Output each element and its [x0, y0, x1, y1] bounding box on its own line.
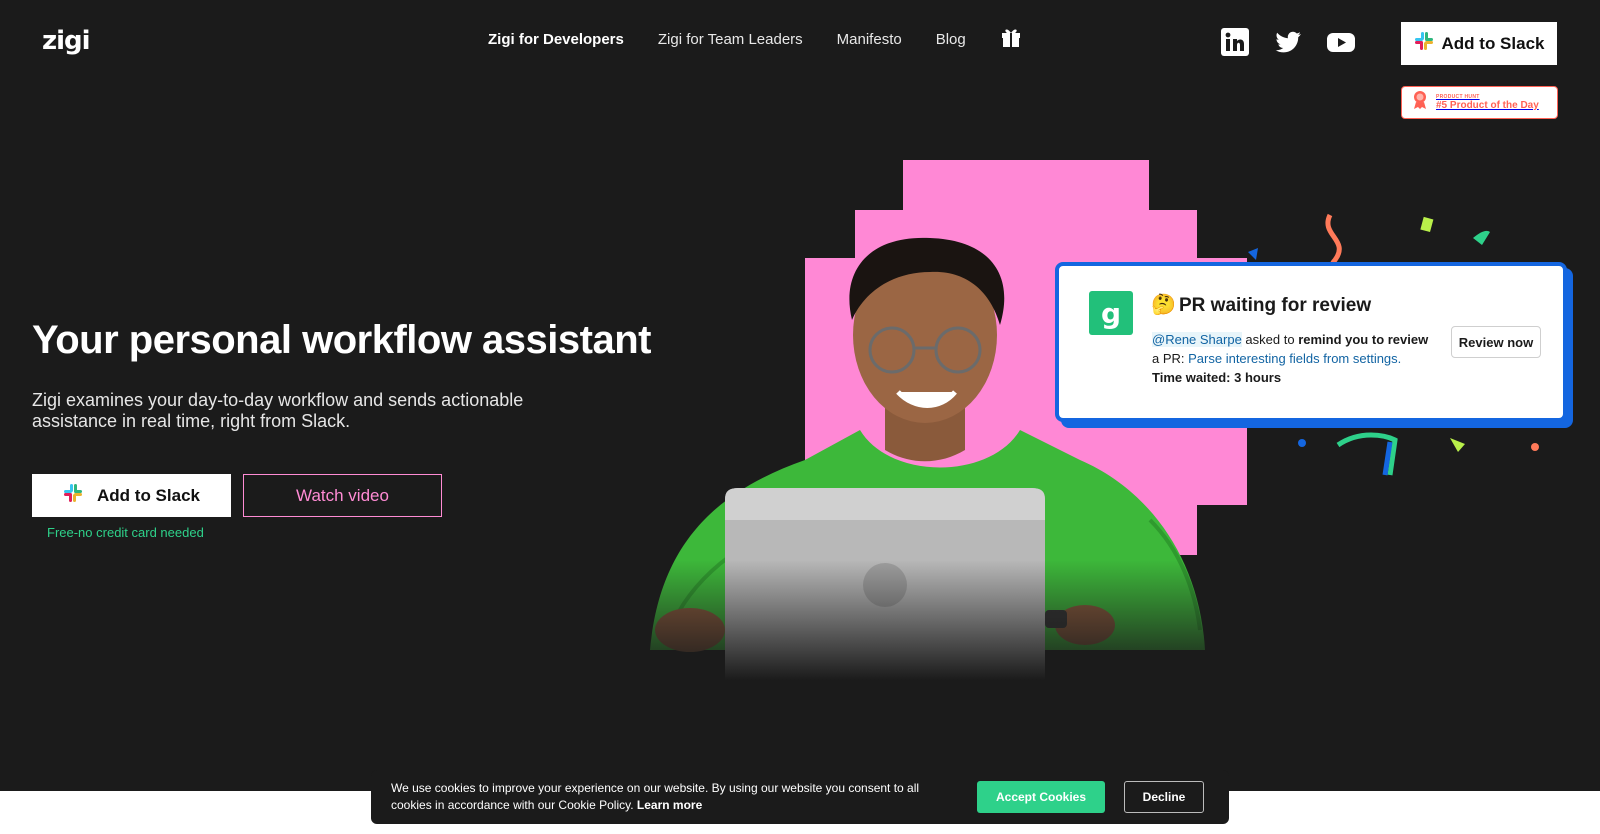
- card-title: PR waiting for review: [1179, 295, 1372, 316]
- main-nav: Zigi for Developers Zigi for Team Leader…: [488, 29, 1022, 48]
- pr-link[interactable]: Parse interesting fields from settings.: [1188, 351, 1401, 366]
- twitter-icon[interactable]: [1274, 28, 1302, 56]
- decline-cookies-button[interactable]: Decline: [1124, 781, 1204, 813]
- watch-video-button[interactable]: Watch video: [243, 474, 442, 517]
- free-note: Free-no credit card needed: [47, 525, 204, 540]
- zigi-logo[interactable]: zigi: [42, 26, 91, 56]
- pr-prefix-text: a PR:: [1152, 351, 1189, 366]
- cookie-text: We use cookies to improve your experienc…: [391, 780, 946, 814]
- gift-icon[interactable]: [1000, 26, 1022, 48]
- nav-manifesto[interactable]: Manifesto: [837, 31, 902, 48]
- product-hunt-badge[interactable]: PRODUCT HUNT #5 Product of the Day: [1401, 86, 1558, 119]
- header-add-to-slack-label: Add to Slack: [1441, 33, 1545, 53]
- nav-zigi-for-team-leaders[interactable]: Zigi for Team Leaders: [658, 31, 803, 48]
- youtube-icon[interactable]: [1327, 28, 1355, 56]
- medal-icon: [1412, 90, 1428, 115]
- hero-add-to-slack-label: Add to Slack: [97, 485, 200, 505]
- slack-icon: [1414, 31, 1434, 56]
- action-text: remind you to review: [1298, 332, 1429, 347]
- user-mention[interactable]: @Rene Sharpe: [1152, 332, 1242, 347]
- nav-zigi-for-developers[interactable]: Zigi for Developers: [488, 31, 624, 48]
- slack-icon: [63, 483, 83, 508]
- linkedin-icon[interactable]: [1221, 28, 1249, 56]
- zigi-card-logo: g: [1089, 291, 1133, 335]
- asked-to-text: asked to: [1241, 332, 1299, 347]
- product-hunt-main-label: #5 Product of the Day: [1436, 100, 1539, 111]
- hero-add-to-slack-button[interactable]: Add to Slack: [32, 474, 231, 517]
- card-message: @Rene Sharpe asked to remind you to revi…: [1152, 330, 1442, 387]
- header-add-to-slack-button[interactable]: Add to Slack: [1401, 22, 1557, 65]
- nav-blog[interactable]: Blog: [936, 31, 966, 48]
- pr-notification-card: g 🤔 PR waiting for review @Rene Sharpe a…: [1055, 262, 1567, 422]
- review-now-button[interactable]: Review now: [1451, 326, 1541, 358]
- time-waited-text: Time waited: 3 hours: [1152, 370, 1282, 385]
- thinking-emoji-icon: 🤔: [1151, 294, 1176, 316]
- accept-cookies-button[interactable]: Accept Cookies: [977, 781, 1105, 813]
- hero-title: Your personal workflow assistant: [32, 318, 651, 362]
- learn-more-link[interactable]: Learn more: [637, 798, 702, 812]
- hero-subtitle: Zigi examines your day-to-day workflow a…: [32, 390, 524, 431]
- cookie-banner: We use cookies to improve your experienc…: [371, 770, 1229, 824]
